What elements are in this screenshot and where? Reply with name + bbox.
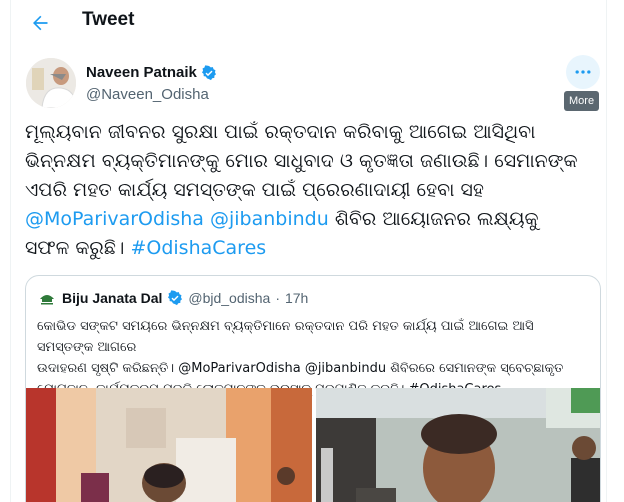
media-photo-right[interactable]: [316, 388, 600, 502]
verified-badge-icon: [201, 64, 216, 80]
quoted-tweet[interactable]: Biju Janata Dal @bjd_odisha · 17h କୋଭିଡ …: [25, 275, 601, 502]
mention-link[interactable]: @jibanbindu: [210, 208, 329, 230]
tweet-text-line: ସଫଳ କରୁଛି। #OdishaCares: [25, 237, 267, 259]
page-header: Tweet: [11, 0, 606, 44]
page-title: Tweet: [82, 9, 135, 30]
quoted-media: [26, 388, 600, 502]
tweet-text-line: @MoParivarOdisha @jibanbindu ଶିବିର ଆୟୋଜନ…: [25, 208, 539, 230]
quoted-text-line: ଉଦାହରଣ ସୃଷ୍ଟି କରିଛନ୍ତି। @MoParivarOdisha…: [37, 361, 564, 376]
author-name[interactable]: Naveen Patnaik: [86, 64, 217, 81]
quoted-author-name: Biju Janata Dal: [62, 290, 163, 306]
more-tooltip: More: [564, 91, 600, 111]
back-button[interactable]: [25, 8, 55, 38]
quoted-time: 17h: [284, 290, 309, 306]
tweet-text-line: ଏପରି ମହତ କାର୍ଯ୍ୟ ସମସ୍ତଙ୍କ ପାଇଁ ପ୍ରେରଣାଦା…: [25, 179, 484, 201]
more-button[interactable]: [566, 55, 600, 89]
verified-badge-icon: [168, 290, 183, 306]
tweet-text-line: ମୂଲ୍ୟବାନ ଜୀବନର ସୁରକ୍ଷା ପାଇଁ ରକ୍ତଦାନ କରିବ…: [25, 121, 536, 143]
media-photo-left[interactable]: [26, 388, 312, 502]
quoted-author-handle: @bjd_odisha: [188, 290, 271, 306]
author-handle[interactable]: @Naveen_Odisha: [86, 86, 209, 103]
author-avatar[interactable]: [26, 58, 76, 108]
tweet-text: ମୂଲ୍ୟବାନ ଜୀବନର ସୁରକ୍ଷା ପାଇଁ ରକ୍ତଦାନ କରିବ…: [25, 118, 600, 263]
quoted-tweet-header: Biju Janata Dal @bjd_odisha · 17h: [37, 288, 308, 308]
tweet-page: Tweet Naveen Patnaik @Naveen_Odisha More…: [10, 0, 607, 502]
mention-link[interactable]: @MoParivarOdisha: [25, 208, 204, 230]
quoted-text-line: କୋଭିଡ ସଙ୍କଟ ସମୟରେ ଭିନ୍ନକ୍ଷମ ବ୍ୟକ୍ତିମାନେ …: [37, 319, 534, 355]
quoted-author-avatar: [37, 288, 57, 308]
separator-dot: ·: [275, 290, 280, 306]
more-horizontal-icon: [575, 70, 591, 74]
arrow-left-icon: [33, 15, 48, 31]
hashtag-link[interactable]: #OdishaCares: [130, 237, 266, 259]
tweet-text-line: ଭିନ୍ନକ୍ଷମ ବ୍ୟକ୍ତିମାନଙ୍କୁ ମୋର ସାଧୁବାଦ ଓ କ…: [25, 150, 578, 172]
